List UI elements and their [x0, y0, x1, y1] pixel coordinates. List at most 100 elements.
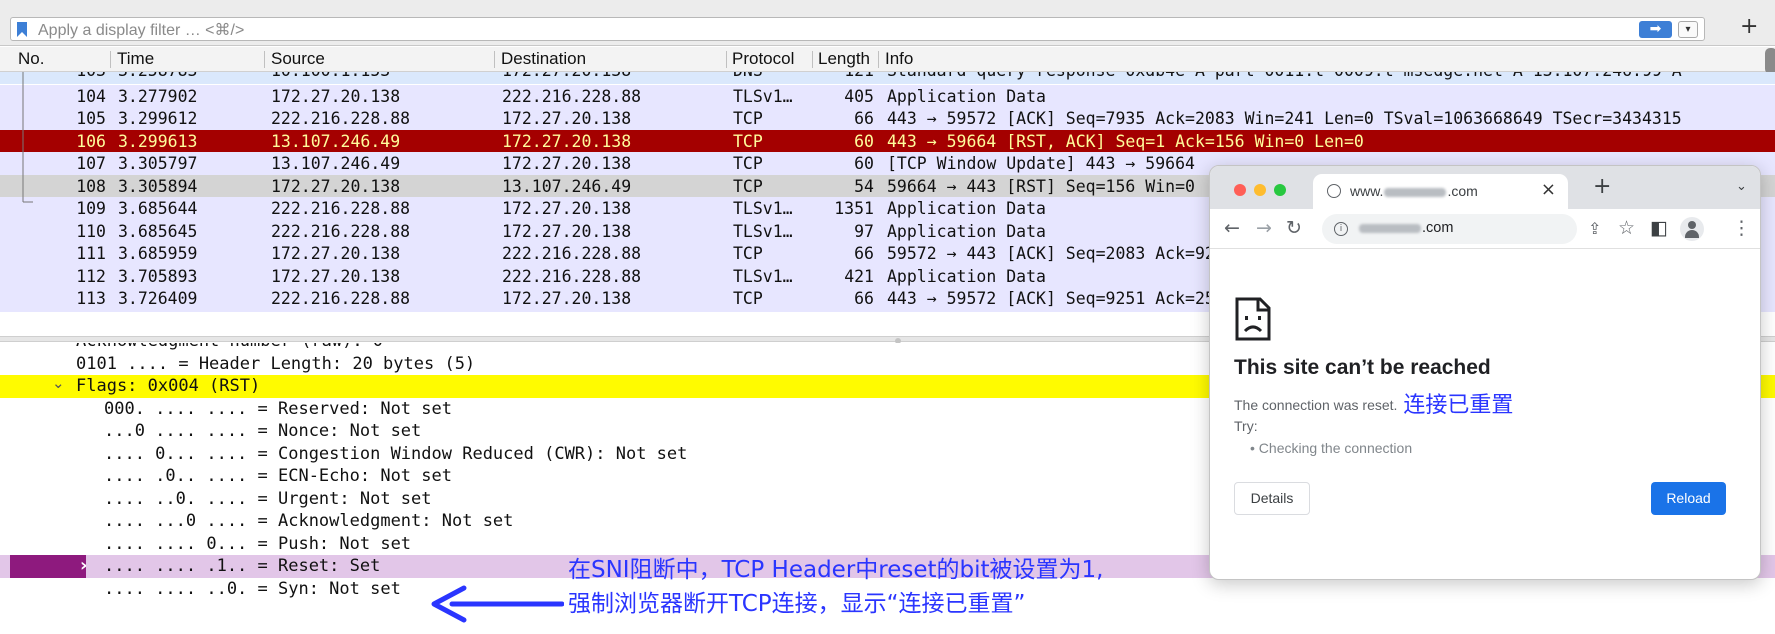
packet-no-cell: 112: [76, 266, 106, 286]
packet-list-header: No. Time Source Destination Protocol Len…: [0, 47, 1775, 72]
site-info-icon[interactable]: i: [1334, 222, 1348, 236]
forward-arrow-icon[interactable]: →: [1256, 217, 1272, 239]
packet-info-cell: 59664 → 443 [RST] Seq=156 Win=0: [887, 176, 1195, 196]
packet-destination-cell: 172.27.20.138: [502, 72, 631, 80]
new-tab-button[interactable]: +: [1593, 174, 1611, 199]
packet-source-cell: 172.27.20.138: [271, 86, 401, 106]
packet-source-cell: 10.100.1.153: [271, 72, 390, 80]
column-separator[interactable]: [264, 51, 265, 68]
packet-row[interactable]: 104 3.277902 172.27.20.138 222.216.228.88 TL…: [0, 84, 1775, 110]
packet-info-cell: 59572 → 443 [ACK] Seq=2083 Ack=9251: [887, 244, 1235, 263]
details-button[interactable]: Details: [1234, 482, 1310, 515]
packet-protocol-cell: TCP: [733, 289, 763, 308]
packet-source-cell: 222.216.228.88: [271, 289, 411, 308]
column-separator[interactable]: [494, 51, 495, 68]
tab-search-chevron-icon[interactable]: ⌄: [1736, 179, 1747, 194]
packet-destination-cell: 172.27.20.138: [502, 289, 632, 308]
packet-destination-cell: 222.216.228.88: [502, 86, 642, 106]
address-bar[interactable]: i .com: [1322, 214, 1577, 244]
packet-time-cell: 3.685645: [118, 221, 198, 241]
annotation-arrow: [431, 585, 564, 623]
packet-row[interactable]: 106 3.299613 13.107.246.49 172.27.20.138 TCP…: [0, 129, 1775, 155]
packet-length-cell: 66: [854, 289, 874, 308]
packet-no-cell: 105: [76, 109, 106, 128]
sad-page-icon: [1235, 297, 1271, 341]
packet-time-cell: 3.277902: [118, 86, 198, 106]
column-separator[interactable]: [878, 51, 879, 68]
packet-length-cell: 405: [844, 86, 874, 106]
apply-filter-button[interactable]: ➡: [1639, 21, 1672, 38]
annotation-line-1: 在SNI阻断中，TCP Header中reset的bit被设置为1,: [568, 557, 1104, 583]
error-message-cn-annotation: 连接已重置: [1403, 393, 1514, 418]
bookmark-star-icon[interactable]: ☆: [1618, 217, 1635, 239]
column-source[interactable]: Source: [271, 49, 325, 69]
detail-text: 0101 .... = Header Length: 20 bytes (5): [76, 353, 476, 374]
packet-info-cell: Application Data: [887, 221, 1046, 241]
column-destination[interactable]: Destination: [501, 49, 586, 69]
packet-length-cell: 121: [798, 72, 874, 80]
column-info[interactable]: Info: [885, 49, 913, 69]
packet-no-cell: 109: [76, 199, 106, 218]
tab-title: www. .com: [1350, 183, 1478, 199]
packet-info-cell: 443 → 59572 [ACK] Seq=7935 Ack=2083 Win=…: [887, 109, 1682, 128]
packet-row[interactable]: 103 3.258783 10.100.1.153 172.27.20.138 DNS 1…: [0, 72, 1775, 84]
reload-button[interactable]: Reload: [1651, 482, 1726, 515]
packet-destination-cell: 222.216.228.88: [502, 266, 642, 286]
display-filter-input[interactable]: Apply a display filter … <⌘/> ➡ ▾: [10, 17, 1705, 41]
packet-source-cell: 222.216.228.88: [271, 109, 411, 128]
detail-text: Acknowledgment number (raw): 0: [76, 343, 383, 351]
packet-length-cell: 97: [854, 221, 874, 241]
column-no[interactable]: No.: [18, 49, 44, 69]
side-panel-icon[interactable]: ◧: [1650, 217, 1668, 239]
packet-protocol-cell: TLSv1…: [733, 266, 793, 286]
detail-text: .... ...0 .... = Acknowledgment: Not set: [104, 511, 514, 531]
expand-chevron-icon[interactable]: ›: [80, 555, 87, 576]
packet-destination-cell: 222.216.228.88: [502, 244, 642, 263]
collapse-chevron-icon[interactable]: ⌄: [52, 374, 65, 392]
annotation-line-2: 强制浏览器断开TCP连接，显示“连接已重置”: [568, 591, 1026, 617]
minimize-window-button[interactable]: [1254, 184, 1266, 196]
browser-tab[interactable]: www. .com ×: [1313, 174, 1568, 209]
column-protocol[interactable]: Protocol: [732, 49, 794, 69]
column-separator[interactable]: [812, 51, 813, 68]
packet-source-cell: 222.216.228.88: [271, 199, 411, 218]
reload-icon[interactable]: ↻: [1286, 217, 1302, 239]
globe-icon: [1327, 184, 1341, 198]
url-suffix: .com: [1422, 220, 1454, 236]
close-window-button[interactable]: [1234, 184, 1246, 196]
column-separator[interactable]: [110, 51, 111, 68]
packet-destination-cell: 172.27.20.138: [502, 221, 632, 241]
packet-length-cell: 421: [844, 266, 874, 286]
packet-time-cell: 3.305797: [118, 154, 198, 173]
selection-marker: [10, 555, 86, 580]
filter-history-dropdown[interactable]: ▾: [1678, 21, 1698, 38]
profile-avatar-icon[interactable]: [1680, 217, 1704, 241]
scrollbar-thumb[interactable]: [1765, 48, 1775, 74]
detail-text: ...0 .... .... = Nonce: Not set: [104, 421, 422, 441]
column-separator[interactable]: [726, 51, 727, 68]
bookmark-icon[interactable]: [17, 22, 27, 37]
column-time[interactable]: Time: [117, 49, 154, 69]
back-arrow-icon[interactable]: ←: [1224, 217, 1240, 239]
tab-title-prefix: www.: [1350, 183, 1384, 199]
zoom-window-button[interactable]: [1274, 184, 1286, 196]
add-filter-button[interactable]: +: [1740, 14, 1758, 39]
packet-no-cell: 107: [76, 154, 106, 173]
packet-length-cell: 60: [854, 131, 874, 151]
close-tab-icon[interactable]: ×: [1541, 179, 1556, 200]
filter-placeholder: Apply a display filter … <⌘/>: [38, 22, 245, 39]
packet-time-cell: 3.726409: [118, 289, 198, 308]
packet-row[interactable]: 105 3.299612 222.216.228.88 172.27.20.138 TC…: [0, 107, 1775, 132]
detail-text: .... 0... .... = Congestion Window Reduc…: [104, 443, 688, 464]
display-filter-toolbar: Apply a display filter … <⌘/> ➡ ▾ +: [0, 0, 1775, 46]
packet-destination-cell: 13.107.246.49: [502, 176, 632, 196]
try-label: Try:: [1234, 418, 1258, 434]
packet-info-cell: Application Data: [887, 86, 1046, 106]
packet-source-cell: 222.216.228.88: [271, 221, 411, 241]
menu-kebab-icon[interactable]: ⋮: [1732, 217, 1751, 239]
detail-text: .... ..0. .... = Urgent: Not set: [104, 488, 432, 509]
tab-title-suffix: .com: [1447, 183, 1478, 199]
share-icon[interactable]: ⇪: [1588, 219, 1601, 238]
column-length[interactable]: Length: [818, 49, 876, 69]
packet-no-cell: 104: [76, 86, 106, 106]
